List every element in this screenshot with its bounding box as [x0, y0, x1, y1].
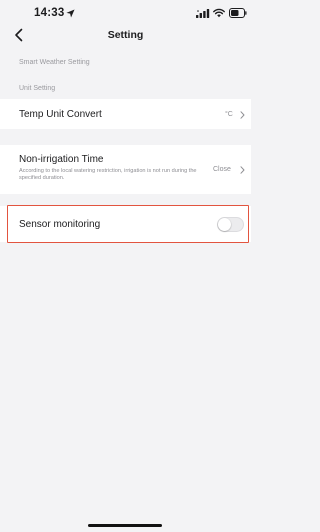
status-bar: 14:33 — [0, 0, 251, 26]
home-indicator — [88, 524, 162, 527]
toggle-knob — [218, 218, 231, 231]
chevron-right-icon — [240, 166, 245, 174]
location-arrow-icon — [66, 9, 75, 18]
sensor-monitoring-row: Sensor monitoring — [0, 206, 251, 242]
signal-icon — [196, 9, 210, 18]
chevron-left-icon[interactable] — [14, 28, 24, 42]
wifi-icon — [213, 8, 225, 18]
non-irrigation-label: Non-irrigation Time — [19, 154, 104, 165]
temp-unit-row[interactable]: Temp Unit Convert °C — [0, 99, 251, 129]
non-irrigation-description: According to the local watering restrict… — [19, 168, 197, 181]
sensor-monitoring-toggle[interactable] — [217, 217, 244, 232]
sensor-monitoring-label: Sensor monitoring — [19, 219, 101, 230]
nav-bar: Setting — [0, 24, 251, 48]
chevron-right-icon — [240, 111, 245, 119]
status-time: 14:33 — [34, 7, 65, 19]
temp-unit-label: Temp Unit Convert — [19, 109, 102, 120]
non-irrigation-row[interactable]: Non-irrigation Time According to the loc… — [0, 145, 251, 194]
non-irrigation-value: Close — [213, 166, 231, 173]
page-title: Setting — [107, 29, 144, 41]
temp-unit-value: °C — [225, 111, 233, 118]
battery-icon — [229, 8, 247, 18]
section-header-smart-weather: Smart Weather Setting — [19, 59, 90, 66]
section-header-unit: Unit Setting — [19, 85, 56, 92]
settings-screen: 14:33 Setting Smart Weather Setting Unit… — [0, 0, 251, 532]
